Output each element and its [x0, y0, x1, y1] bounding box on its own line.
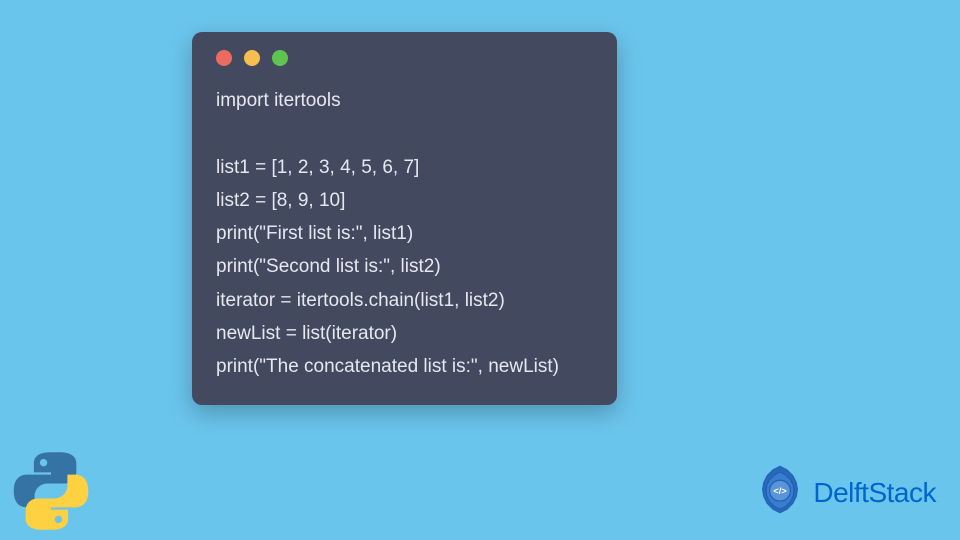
- delftstack-icon: </>: [751, 464, 809, 522]
- code-content: import itertools list1 = [1, 2, 3, 4, 5,…: [216, 84, 593, 383]
- minimize-icon[interactable]: [244, 50, 260, 66]
- python-logo-icon: [10, 450, 92, 532]
- svg-text:</>: </>: [774, 486, 788, 496]
- close-icon[interactable]: [216, 50, 232, 66]
- delftstack-label: DelftStack: [813, 477, 936, 509]
- window-controls: [216, 50, 593, 66]
- delftstack-brand: </> DelftStack: [751, 464, 936, 522]
- maximize-icon[interactable]: [272, 50, 288, 66]
- code-window: import itertools list1 = [1, 2, 3, 4, 5,…: [192, 32, 617, 405]
